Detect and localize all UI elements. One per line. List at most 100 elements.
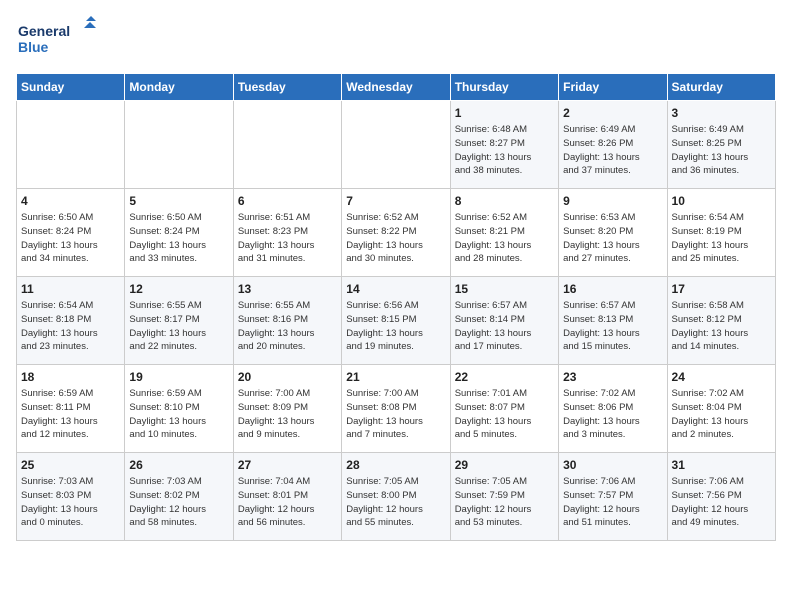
day-number: 18 bbox=[21, 370, 120, 384]
day-number: 29 bbox=[455, 458, 554, 472]
calendar-table: SundayMondayTuesdayWednesdayThursdayFrid… bbox=[16, 73, 776, 541]
week-row-4: 18 Sunrise: 6:59 AM Sunset: 8:11 PM Dayli… bbox=[17, 365, 776, 453]
svg-text:General: General bbox=[18, 23, 70, 39]
svg-text:Blue: Blue bbox=[18, 39, 49, 55]
day-number: 30 bbox=[563, 458, 662, 472]
day-number: 2 bbox=[563, 106, 662, 120]
col-header-friday: Friday bbox=[559, 74, 667, 101]
day-cell: 8Sunrise: 6:52 AM Sunset: 8:21 PM Daylig… bbox=[450, 189, 558, 277]
day-number: 6 bbox=[238, 194, 337, 208]
day-info: Sunrise: 7:06 AM Sunset: 7:56 PM Dayligh… bbox=[672, 475, 771, 530]
day-number: 20 bbox=[238, 370, 337, 384]
day-number: 28 bbox=[346, 458, 445, 472]
day-cell: 10Sunrise: 6:54 AM Sunset: 8:19 PM Dayli… bbox=[667, 189, 775, 277]
col-header-tuesday: Tuesday bbox=[233, 74, 341, 101]
day-info: Sunrise: 6:50 AM Sunset: 8:24 PM Dayligh… bbox=[21, 211, 120, 266]
day-info: Sunrise: 6:56 AM Sunset: 8:15 PM Dayligh… bbox=[346, 299, 445, 354]
day-cell: 18 Sunrise: 6:59 AM Sunset: 8:11 PM Dayli… bbox=[17, 365, 125, 453]
day-cell: 5Sunrise: 6:50 AM Sunset: 8:24 PM Daylig… bbox=[125, 189, 233, 277]
day-number: 21 bbox=[346, 370, 445, 384]
day-info: Sunrise: 7:06 AM Sunset: 7:57 PM Dayligh… bbox=[563, 475, 662, 530]
day-cell: 1 Sunrise: 6:48 AM Sunset: 8:27 PM Daylig… bbox=[450, 101, 558, 189]
day-number: 19 bbox=[129, 370, 228, 384]
day-number: 14 bbox=[346, 282, 445, 296]
day-info: Sunrise: 6:54 AM Sunset: 8:19 PM Dayligh… bbox=[672, 211, 771, 266]
week-row-1: 1 Sunrise: 6:48 AM Sunset: 8:27 PM Daylig… bbox=[17, 101, 776, 189]
day-number: 11 bbox=[21, 282, 120, 296]
day-number: 13 bbox=[238, 282, 337, 296]
day-cell: 27 Sunrise: 7:04 AM Sunset: 8:01 PM Dayli… bbox=[233, 453, 341, 541]
day-info: Sunrise: 6:48 AM Sunset: 8:27 PM Dayligh… bbox=[455, 123, 554, 178]
day-info: Sunrise: 7:02 AM Sunset: 8:04 PM Dayligh… bbox=[672, 387, 771, 442]
day-info: Sunrise: 7:00 AM Sunset: 8:08 PM Dayligh… bbox=[346, 387, 445, 442]
day-cell bbox=[233, 101, 341, 189]
day-number: 24 bbox=[672, 370, 771, 384]
logo: General Blue bbox=[16, 16, 96, 61]
day-info: Sunrise: 7:03 AM Sunset: 8:02 PM Dayligh… bbox=[129, 475, 228, 530]
day-number: 27 bbox=[238, 458, 337, 472]
day-number: 23 bbox=[563, 370, 662, 384]
day-cell: 24 Sunrise: 7:02 AM Sunset: 8:04 PM Dayli… bbox=[667, 365, 775, 453]
day-number: 16 bbox=[563, 282, 662, 296]
day-cell: 17Sunrise: 6:58 AM Sunset: 8:12 PM Dayli… bbox=[667, 277, 775, 365]
day-number: 22 bbox=[455, 370, 554, 384]
day-info: Sunrise: 7:04 AM Sunset: 8:01 PM Dayligh… bbox=[238, 475, 337, 530]
day-cell: 14 Sunrise: 6:56 AM Sunset: 8:15 PM Dayli… bbox=[342, 277, 450, 365]
day-number: 7 bbox=[346, 194, 445, 208]
day-cell: 31 Sunrise: 7:06 AM Sunset: 7:56 PM Dayli… bbox=[667, 453, 775, 541]
day-info: Sunrise: 6:58 AM Sunset: 8:12 PM Dayligh… bbox=[672, 299, 771, 354]
day-info: Sunrise: 6:52 AM Sunset: 8:21 PM Dayligh… bbox=[455, 211, 554, 266]
day-info: Sunrise: 6:53 AM Sunset: 8:20 PM Dayligh… bbox=[563, 211, 662, 266]
day-cell: 25 Sunrise: 7:03 AM Sunset: 8:03 PM Dayli… bbox=[17, 453, 125, 541]
day-info: Sunrise: 6:57 AM Sunset: 8:14 PM Dayligh… bbox=[455, 299, 554, 354]
day-cell: 9Sunrise: 6:53 AM Sunset: 8:20 PM Daylig… bbox=[559, 189, 667, 277]
day-cell: 30 Sunrise: 7:06 AM Sunset: 7:57 PM Dayli… bbox=[559, 453, 667, 541]
day-number: 15 bbox=[455, 282, 554, 296]
day-cell: 16 Sunrise: 6:57 AM Sunset: 8:13 PM Dayli… bbox=[559, 277, 667, 365]
day-info: Sunrise: 6:50 AM Sunset: 8:24 PM Dayligh… bbox=[129, 211, 228, 266]
day-info: Sunrise: 7:03 AM Sunset: 8:03 PM Dayligh… bbox=[21, 475, 120, 530]
day-cell: 21 Sunrise: 7:00 AM Sunset: 8:08 PM Dayli… bbox=[342, 365, 450, 453]
day-info: Sunrise: 6:59 AM Sunset: 8:11 PM Dayligh… bbox=[21, 387, 120, 442]
day-number: 31 bbox=[672, 458, 771, 472]
day-info: Sunrise: 7:00 AM Sunset: 8:09 PM Dayligh… bbox=[238, 387, 337, 442]
day-number: 1 bbox=[455, 106, 554, 120]
day-number: 4 bbox=[21, 194, 120, 208]
day-cell: 28Sunrise: 7:05 AM Sunset: 8:00 PM Dayli… bbox=[342, 453, 450, 541]
day-cell: 15 Sunrise: 6:57 AM Sunset: 8:14 PM Dayli… bbox=[450, 277, 558, 365]
day-info: Sunrise: 7:01 AM Sunset: 8:07 PM Dayligh… bbox=[455, 387, 554, 442]
day-cell: 4 Sunrise: 6:50 AM Sunset: 8:24 PM Daylig… bbox=[17, 189, 125, 277]
day-info: Sunrise: 6:51 AM Sunset: 8:23 PM Dayligh… bbox=[238, 211, 337, 266]
week-row-5: 25 Sunrise: 7:03 AM Sunset: 8:03 PM Dayli… bbox=[17, 453, 776, 541]
day-info: Sunrise: 6:59 AM Sunset: 8:10 PM Dayligh… bbox=[129, 387, 228, 442]
day-cell: 19 Sunrise: 6:59 AM Sunset: 8:10 PM Dayli… bbox=[125, 365, 233, 453]
day-cell: 20 Sunrise: 7:00 AM Sunset: 8:09 PM Dayli… bbox=[233, 365, 341, 453]
day-info: Sunrise: 6:49 AM Sunset: 8:25 PM Dayligh… bbox=[672, 123, 771, 178]
col-header-wednesday: Wednesday bbox=[342, 74, 450, 101]
day-info: Sunrise: 6:55 AM Sunset: 8:16 PM Dayligh… bbox=[238, 299, 337, 354]
day-cell: 11 Sunrise: 6:54 AM Sunset: 8:18 PM Dayli… bbox=[17, 277, 125, 365]
day-number: 25 bbox=[21, 458, 120, 472]
header-row: SundayMondayTuesdayWednesdayThursdayFrid… bbox=[17, 74, 776, 101]
day-cell: 13 Sunrise: 6:55 AM Sunset: 8:16 PM Dayli… bbox=[233, 277, 341, 365]
col-header-saturday: Saturday bbox=[667, 74, 775, 101]
week-row-3: 11 Sunrise: 6:54 AM Sunset: 8:18 PM Dayli… bbox=[17, 277, 776, 365]
day-number: 26 bbox=[129, 458, 228, 472]
day-number: 3 bbox=[672, 106, 771, 120]
day-cell: 3 Sunrise: 6:49 AM Sunset: 8:25 PM Daylig… bbox=[667, 101, 775, 189]
day-cell bbox=[17, 101, 125, 189]
day-info: Sunrise: 6:52 AM Sunset: 8:22 PM Dayligh… bbox=[346, 211, 445, 266]
day-info: Sunrise: 7:05 AM Sunset: 7:59 PM Dayligh… bbox=[455, 475, 554, 530]
day-cell: 12Sunrise: 6:55 AM Sunset: 8:17 PM Dayli… bbox=[125, 277, 233, 365]
day-info: Sunrise: 6:54 AM Sunset: 8:18 PM Dayligh… bbox=[21, 299, 120, 354]
day-cell: 22 Sunrise: 7:01 AM Sunset: 8:07 PM Dayli… bbox=[450, 365, 558, 453]
day-cell bbox=[125, 101, 233, 189]
page-header: General Blue bbox=[16, 16, 776, 61]
day-info: Sunrise: 6:57 AM Sunset: 8:13 PM Dayligh… bbox=[563, 299, 662, 354]
col-header-thursday: Thursday bbox=[450, 74, 558, 101]
col-header-monday: Monday bbox=[125, 74, 233, 101]
day-cell: 6 Sunrise: 6:51 AM Sunset: 8:23 PM Daylig… bbox=[233, 189, 341, 277]
day-info: Sunrise: 7:02 AM Sunset: 8:06 PM Dayligh… bbox=[563, 387, 662, 442]
day-cell: 23 Sunrise: 7:02 AM Sunset: 8:06 PM Dayli… bbox=[559, 365, 667, 453]
day-cell: 2Sunrise: 6:49 AM Sunset: 8:26 PM Daylig… bbox=[559, 101, 667, 189]
